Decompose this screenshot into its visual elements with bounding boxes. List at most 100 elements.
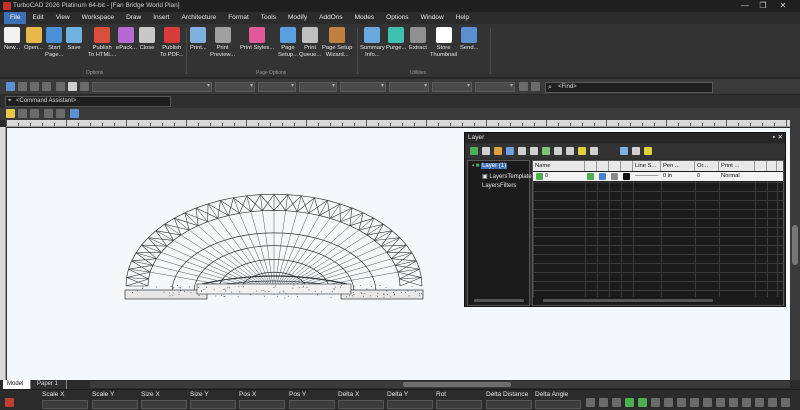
forward-icon[interactable] [56,109,65,118]
delete-icon[interactable] [530,147,538,155]
ribbon-button-print-queue[interactable]: Print Queue... [299,27,321,59]
column-header-name[interactable]: Name [533,161,585,171]
visible-check-icon[interactable] [587,173,594,180]
cell-line-style[interactable]: ———— [633,172,661,181]
ribbon-button-page-setup-wizard[interactable]: Page Setup Wizard... [322,27,352,59]
link-icon[interactable] [768,398,777,407]
properties-icon[interactable] [632,147,640,155]
color-swatch-icon[interactable] [623,173,630,180]
tab-paper-1[interactable]: Paper 1 [33,380,67,389]
column-header-color[interactable] [621,161,633,171]
vertical-scroll-thumb[interactable] [792,225,798,265]
ribbon-button-print-preview[interactable]: Print Preview... [210,27,235,59]
status-field-delta-angle[interactable] [535,400,581,409]
select-cursor-icon[interactable] [18,82,27,91]
menu-help[interactable]: Help [450,12,475,24]
new-layer-icon[interactable] [470,147,478,155]
pencil-icon[interactable] [519,82,528,91]
ribbon-button-print[interactable]: Print... [190,27,207,52]
tab-model[interactable]: Model [3,380,31,389]
record-icon[interactable] [5,398,14,407]
palette-icon[interactable] [494,147,502,155]
ortho-icon[interactable] [599,398,608,407]
center-icon[interactable] [664,398,673,407]
add-icon[interactable] [518,147,526,155]
menu-edit[interactable]: Edit [26,12,49,24]
ribbon-button-close-file[interactable]: Close [139,27,155,52]
status-field-scale-x[interactable] [42,400,88,409]
ribbon-button-print-styles[interactable]: Print Styles... [240,27,274,52]
copy-icon[interactable] [566,147,574,155]
undo-icon[interactable] [30,82,39,91]
find-input[interactable]: ⌕ <Find> [545,82,713,93]
status-field-pos-y[interactable] [289,400,335,409]
tree-item-filters[interactable]: LayersFilters [482,183,516,189]
info-icon[interactable] [620,147,628,155]
width-combo[interactable] [340,82,386,92]
move-up-icon[interactable] [578,147,586,155]
ribbon-button-send-mail[interactable]: Send... [460,27,478,52]
quadrant-icon[interactable] [677,398,686,407]
column-header-visible[interactable] [585,161,597,171]
close-button[interactable]: ✕ [776,1,790,11]
layer-active-icon[interactable] [536,173,543,180]
select-arrow-icon[interactable] [6,82,15,91]
scale-combo[interactable] [389,82,429,92]
menu-addons[interactable]: AddOns [313,12,349,24]
ribbon-button-open-folder[interactable]: Open... [24,27,43,52]
menu-format[interactable]: Format [222,12,255,24]
menu-workspace[interactable]: Workspace [76,12,120,24]
column-header-line-style[interactable]: Line S... [633,161,661,171]
eye-icon[interactable] [599,173,606,180]
ribbon-button-page-setup[interactable]: Page Setup... [278,27,298,59]
menu-file[interactable]: File [4,12,26,24]
column-header-extra-a[interactable] [755,161,767,171]
tree-item-layers[interactable]: ▪ ■ Layer (1) [472,163,507,169]
status-field-pos-x[interactable] [239,400,285,409]
menu-modes[interactable]: Modes [349,12,381,24]
menu-tools[interactable]: Tools [255,12,282,24]
settings-icon[interactable] [755,398,764,407]
minimize-button[interactable]: — [738,1,752,11]
back-icon[interactable] [44,109,53,118]
export-icon[interactable] [644,147,652,155]
snap-icon[interactable] [6,109,15,118]
redo-icon[interactable] [30,109,39,118]
snap-grid-icon[interactable] [586,398,595,407]
horizontal-scroll-thumb[interactable] [403,382,511,387]
linestyle-combo[interactable] [299,82,337,92]
status-field-size-y[interactable] [190,400,236,409]
status-field-delta-distance[interactable] [486,400,532,409]
cell-name[interactable]: 0 [543,172,583,181]
ribbon-button-more[interactable]: Store Thumbnail [430,27,457,59]
menu-window[interactable]: Window [415,12,450,24]
ribbon-button-save[interactable]: Save [66,27,82,52]
command-assistant-input[interactable]: ⌖ <Command Assistant> [5,96,171,107]
column-header-pen[interactable]: Pen ... [661,161,695,171]
restore-button[interactable]: ❐ [756,1,770,11]
grid-scrollbar[interactable] [543,299,713,302]
column-header-snap[interactable] [609,161,621,171]
ribbon-button-summary-info[interactable]: Summary Info... [360,27,385,59]
refresh-icon[interactable] [506,147,514,155]
midpoint-icon[interactable] [651,398,660,407]
ribbon-button-new-file[interactable]: New... [4,27,20,52]
menu-draw[interactable]: Draw [120,12,147,24]
pin-icon[interactable]: ▪ [773,133,775,143]
arrow-down-icon[interactable] [56,82,65,91]
check-icon[interactable] [542,147,550,155]
column-header-lock[interactable] [597,161,609,171]
ribbon-button-epack[interactable]: ePack... [116,27,137,52]
ribbon-button-purge[interactable]: Purge... [386,27,406,52]
column-header-print[interactable]: Print ... [719,161,755,171]
menu-insert[interactable]: Insert [147,12,175,24]
column-header-extra-c[interactable] [777,161,784,171]
pattern-icon[interactable] [68,82,77,91]
status-field-scale-y[interactable] [92,400,138,409]
menu-modify[interactable]: Modify [282,12,313,24]
grid-icon[interactable] [80,82,89,91]
ribbon-button-publish-pdf[interactable]: Publish To PDF... [160,27,184,59]
ribbon-button-publish-html[interactable]: Publish To HTML... [88,27,116,59]
tangent-icon[interactable] [690,398,699,407]
layer-combo[interactable] [92,82,212,92]
